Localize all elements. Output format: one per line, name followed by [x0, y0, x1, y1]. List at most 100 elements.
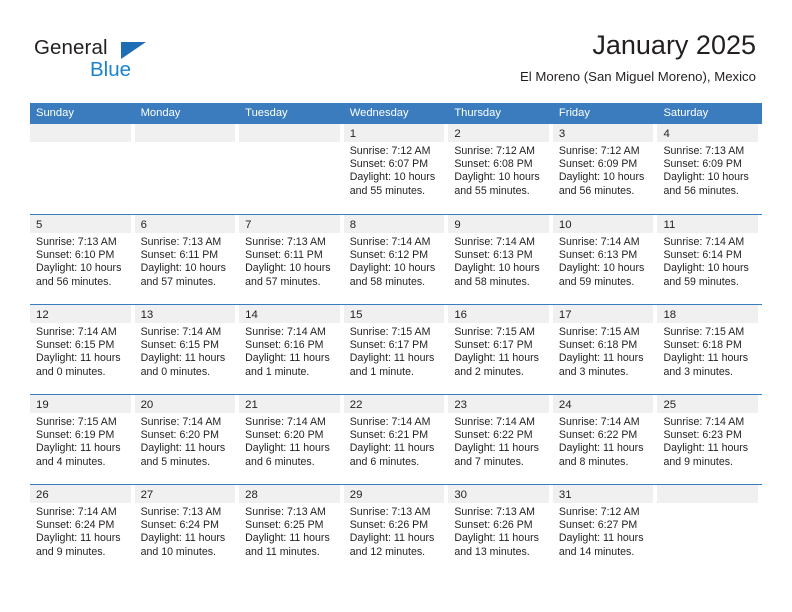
calendar-day-cell-empty: [239, 124, 344, 214]
calendar-day-cell[interactable]: 31 Sunrise: 7:12 AM Sunset: 6:27 PM Dayligh…: [552, 485, 658, 574]
calendar-day-cell[interactable]: 28 Sunrise: 7:13 AM Sunset: 6:25 PM Dayligh…: [239, 485, 344, 574]
calendar-day-cell[interactable]: 27 Sunrise: 7:13 AM Sunset: 6:24 PM Dayligh…: [134, 485, 240, 574]
day-details: Sunrise: 7:15 AM Sunset: 6:19 PM Daylight:…: [30, 413, 131, 469]
day-number: 20: [140, 399, 154, 411]
calendar-day-cell[interactable]: 9 Sunrise: 7:14 AM Sunset: 6:13 PM Daylight…: [448, 215, 553, 304]
daylight-text-line2: and 8 minutes.: [558, 455, 629, 468]
calendar-day-cell[interactable]: 15 Sunrise: 7:15 AM Sunset: 6:17 PM Dayligh…: [343, 305, 449, 394]
day-cell-inner: 19 Sunrise: 7:15 AM Sunset: 6:19 PM Dayligh…: [30, 395, 131, 484]
calendar-day-cell[interactable]: 13 Sunrise: 7:14 AM Sunset: 6:15 PM Dayligh…: [134, 305, 240, 394]
sunset-text: Sunset: 6:21 PM: [349, 429, 429, 442]
sunrise-text: Sunrise: 7:13 AM: [140, 236, 222, 248]
sunrise-text: Sunrise: 7:13 AM: [140, 506, 222, 518]
day-number-band: 24: [552, 395, 654, 413]
day-number-band: 27: [134, 485, 236, 503]
daylight-text-line1: Daylight: 11 hours: [140, 442, 226, 455]
calendar-day-cell[interactable]: 23 Sunrise: 7:14 AM Sunset: 6:22 PM Dayligh…: [448, 395, 553, 484]
calendar-day-cell[interactable]: 6 Sunrise: 7:13 AM Sunset: 6:11 PM Daylight…: [134, 215, 240, 304]
calendar-day-cell-empty: [30, 124, 135, 214]
daylight-text-line2: and 5 minutes.: [140, 455, 211, 468]
page-subtitle: El Moreno (San Miguel Moreno), Mexico: [519, 69, 756, 84]
day-details: Sunrise: 7:14 AM Sunset: 6:20 PM Daylight:…: [239, 413, 340, 469]
day-number: 26: [36, 489, 49, 501]
day-number-band: 9: [448, 215, 549, 233]
sunset-text: Sunset: 6:10 PM: [36, 249, 115, 262]
calendar-day-cell[interactable]: 22 Sunrise: 7:14 AM Sunset: 6:21 PM Dayligh…: [343, 395, 449, 484]
calendar-day-cell[interactable]: 17 Sunrise: 7:15 AM Sunset: 6:18 PM Dayligh…: [552, 305, 658, 394]
calendar-day-cell[interactable]: 14 Sunrise: 7:14 AM Sunset: 6:16 PM Dayligh…: [239, 305, 344, 394]
daylight-text-line1: Daylight: 10 hours: [663, 262, 749, 275]
calendar-day-cell[interactable]: 16 Sunrise: 7:15 AM Sunset: 6:17 PM Dayligh…: [448, 305, 553, 394]
calendar-day-cell[interactable]: 8 Sunrise: 7:14 AM Sunset: 6:12 PM Daylight…: [343, 215, 449, 304]
calendar-day-cell[interactable]: 30 Sunrise: 7:13 AM Sunset: 6:26 PM Dayligh…: [448, 485, 553, 574]
day-cell-inner: 14 Sunrise: 7:14 AM Sunset: 6:16 PM Dayligh…: [239, 305, 340, 394]
day-number: 30: [454, 489, 467, 501]
day-number: 11: [663, 219, 676, 231]
daylight-text-line2: and 9 minutes.: [36, 545, 106, 558]
sunset-text: Sunset: 6:22 PM: [558, 429, 638, 442]
day-number: 9: [454, 219, 461, 231]
day-number-band: 20: [134, 395, 236, 413]
day-number: 10: [558, 219, 572, 231]
day-details: Sunrise: 7:14 AM Sunset: 6:20 PM Daylight:…: [135, 413, 236, 469]
day-cell-inner: 9 Sunrise: 7:14 AM Sunset: 6:13 PM Daylight…: [448, 215, 549, 304]
day-details: Sunrise: 7:13 AM Sunset: 6:26 PM Daylight:…: [448, 503, 549, 559]
calendar-day-cell[interactable]: 7 Sunrise: 7:13 AM Sunset: 6:11 PM Daylight…: [239, 215, 344, 304]
calendar-day-cell[interactable]: 2 Sunrise: 7:12 AM Sunset: 6:08 PM Daylight…: [448, 124, 553, 214]
day-cell-inner: 28 Sunrise: 7:13 AM Sunset: 6:25 PM Dayligh…: [239, 485, 340, 574]
calendar-day-cell[interactable]: 3 Sunrise: 7:12 AM Sunset: 6:09 PM Daylight…: [552, 124, 658, 214]
day-cell-inner: 15 Sunrise: 7:15 AM Sunset: 6:17 PM Dayligh…: [343, 305, 445, 394]
day-number: 2: [454, 128, 461, 140]
day-number: 27: [140, 489, 154, 501]
sunrise-text: Sunrise: 7:13 AM: [36, 236, 117, 248]
daylight-text-line2: and 0 minutes.: [140, 365, 211, 378]
day-details: Sunrise: 7:14 AM Sunset: 6:13 PM Daylight:…: [553, 233, 654, 289]
daylight-text-line1: Daylight: 11 hours: [140, 352, 226, 365]
daylight-text-line1: Daylight: 11 hours: [36, 352, 121, 365]
day-cell-inner: 23 Sunrise: 7:14 AM Sunset: 6:22 PM Dayligh…: [448, 395, 549, 484]
day-number-band: 16: [448, 305, 549, 323]
day-details: Sunrise: 7:14 AM Sunset: 6:16 PM Daylight:…: [239, 323, 340, 379]
calendar-day-cell[interactable]: 19 Sunrise: 7:15 AM Sunset: 6:19 PM Dayligh…: [30, 395, 135, 484]
calendar-day-cell[interactable]: 5 Sunrise: 7:13 AM Sunset: 6:10 PM Daylight…: [30, 215, 135, 304]
sunrise-text: Sunrise: 7:12 AM: [558, 145, 640, 157]
day-cell-inner: 7 Sunrise: 7:13 AM Sunset: 6:11 PM Daylight…: [239, 215, 340, 304]
calendar-day-cell[interactable]: 18 Sunrise: 7:15 AM Sunset: 6:18 PM Dayligh…: [657, 305, 762, 394]
sunrise-text: Sunrise: 7:14 AM: [140, 416, 222, 428]
sunset-text: Sunset: 6:17 PM: [349, 339, 429, 352]
day-number-band: [657, 485, 759, 503]
day-number: 1: [349, 128, 357, 140]
daylight-text-line2: and 55 minutes.: [349, 184, 426, 197]
daylight-text-line2: and 0 minutes.: [36, 365, 106, 378]
sunrise-text: Sunrise: 7:13 AM: [245, 236, 326, 248]
calendar-page: General Blue January 2025 El Moreno (San…: [0, 0, 792, 612]
daylight-text-line2: and 9 minutes.: [663, 455, 733, 468]
calendar-day-cell[interactable]: 25 Sunrise: 7:14 AM Sunset: 6:23 PM Dayligh…: [657, 395, 762, 484]
calendar-day-cell[interactable]: 1 Sunrise: 7:12 AM Sunset: 6:07 PM Daylight…: [343, 124, 449, 214]
sunrise-text: Sunrise: 7:12 AM: [558, 506, 640, 518]
calendar-day-cell[interactable]: 11 Sunrise: 7:14 AM Sunset: 6:14 PM Dayligh…: [657, 215, 762, 304]
calendar-day-cell[interactable]: 10 Sunrise: 7:14 AM Sunset: 6:13 PM Dayligh…: [552, 215, 658, 304]
calendar-day-cell[interactable]: 29 Sunrise: 7:13 AM Sunset: 6:26 PM Dayligh…: [343, 485, 449, 574]
day-cell-inner: 16 Sunrise: 7:15 AM Sunset: 6:17 PM Dayligh…: [448, 305, 549, 394]
sunset-text: Sunset: 6:26 PM: [454, 519, 533, 532]
sunset-text: Sunset: 6:22 PM: [454, 429, 533, 442]
calendar-day-cell[interactable]: 20 Sunrise: 7:14 AM Sunset: 6:20 PM Dayligh…: [134, 395, 240, 484]
daylight-text-line1: Daylight: 11 hours: [245, 532, 330, 545]
sunset-text: Sunset: 6:11 PM: [245, 249, 323, 262]
calendar-day-cell[interactable]: 26 Sunrise: 7:14 AM Sunset: 6:24 PM Dayligh…: [30, 485, 135, 574]
logo-text-general: General: [34, 36, 108, 59]
day-cell-inner: 4 Sunrise: 7:13 AM Sunset: 6:09 PM Daylight…: [657, 124, 759, 214]
day-number-band: 8: [343, 215, 445, 233]
calendar-day-cell[interactable]: 21 Sunrise: 7:14 AM Sunset: 6:20 PM Dayligh…: [239, 395, 344, 484]
day-details: Sunrise: 7:14 AM Sunset: 6:23 PM Daylight:…: [657, 413, 758, 469]
sunrise-text: Sunrise: 7:15 AM: [36, 416, 117, 428]
day-number-band: 6: [134, 215, 236, 233]
sunset-text: Sunset: 6:18 PM: [558, 339, 638, 352]
calendar-day-cell[interactable]: 12 Sunrise: 7:14 AM Sunset: 6:15 PM Dayligh…: [30, 305, 135, 394]
calendar-day-cell[interactable]: 24 Sunrise: 7:14 AM Sunset: 6:22 PM Dayligh…: [552, 395, 658, 484]
day-details: Sunrise: 7:13 AM Sunset: 6:25 PM Daylight:…: [239, 503, 340, 559]
calendar-day-cell[interactable]: 4 Sunrise: 7:13 AM Sunset: 6:09 PM Daylight…: [657, 124, 762, 214]
day-number-band: 2: [448, 124, 549, 142]
sunset-text: Sunset: 6:13 PM: [454, 249, 533, 262]
